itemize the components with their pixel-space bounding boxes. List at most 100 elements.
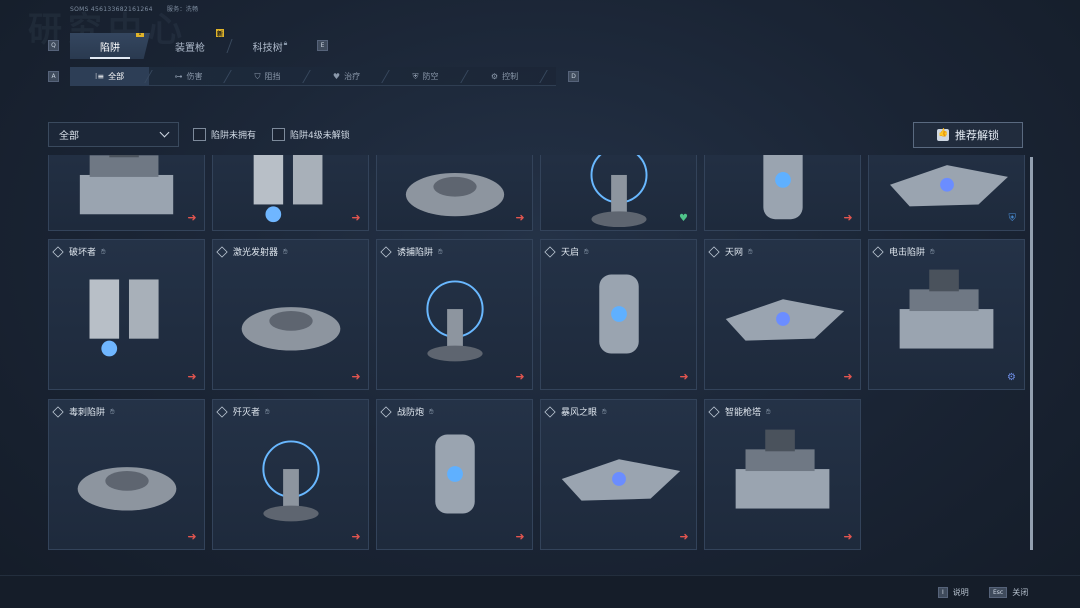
trap-artwork — [405, 173, 505, 217]
block-icon: ⛉ — [254, 71, 261, 81]
prev-sub-tab-key[interactable]: A — [48, 71, 59, 82]
subtab-antiair-label: 防空 — [422, 72, 439, 81]
trap-artwork — [735, 429, 830, 509]
trap-card-header: 电击陷阱 ✋︎ — [872, 245, 935, 258]
tab-traps[interactable]: 陷阱 ! — [70, 33, 150, 59]
filter-not-owned[interactable]: 陷阱未拥有 — [193, 128, 256, 141]
not-owned-checkbox[interactable] — [193, 128, 206, 141]
trap-card[interactable]: ➜ — [48, 155, 205, 231]
trap-artwork — [77, 467, 177, 511]
trap-artwork — [590, 155, 648, 228]
subtab-block[interactable]: ⛉ 阻挡 — [228, 67, 307, 86]
upgrade-arrow-icon: ➜ — [679, 530, 689, 543]
subtab-damage[interactable]: ⊶ 伤害 — [149, 67, 228, 86]
dropdown-value: 全部 — [59, 131, 79, 142]
hand-icon: ✋︎ — [766, 406, 771, 416]
recommend-unlock-button[interactable]: 推荐解锁 — [913, 122, 1023, 148]
close-label: 关闭 — [1012, 588, 1029, 597]
trap-card[interactable]: ➜ — [212, 155, 369, 231]
trap-name: 诱捕陷阱 — [397, 248, 434, 258]
trap-card[interactable]: 激光发射器 ✋︎ ➜ — [212, 239, 369, 390]
prev-main-tab-key[interactable]: Q — [48, 40, 59, 51]
upgrade-arrow-icon: ➜ — [187, 370, 197, 383]
trap-artwork — [262, 440, 320, 522]
trap-card[interactable]: 毒刺陷阱 ✋︎ ➜ — [48, 399, 205, 550]
subtab-control-label: 控制 — [502, 72, 519, 81]
next-sub-tab-key[interactable]: D — [568, 71, 579, 82]
subtab-control[interactable]: ⚙ 控制 — [465, 67, 544, 86]
tab-devices[interactable]: 装置枪 新 — [150, 29, 233, 59]
trap-card-header: 激光发射器 ✋︎ — [216, 245, 288, 258]
main-tabs: 陷阱 ! 装置枪 新 科技树 🔒︎ — [70, 29, 310, 59]
trap-grid: ➜ ➜ ➜ ♥ ➜ ⛨ 破坏者 ✋︎ ➜ 激光发射器 ✋︎ ➜ 诱捕陷阱 ✋︎ ➜ 天启 ✋︎ ➜ 天网 ✋︎ ➜ 电击陷… — [48, 155, 1025, 553]
server-region: 服务：洗畅 — [166, 6, 199, 13]
trap-name: 天网 — [725, 248, 744, 258]
trap-type-icon — [380, 245, 392, 258]
filter-lv4-locked[interactable]: 陷阱4级未解锁 — [272, 128, 350, 141]
trap-name: 战防炮 — [397, 408, 425, 418]
trap-card-header: 战防炮 ✋︎ — [380, 405, 434, 418]
trap-card[interactable]: ➜ — [376, 155, 533, 231]
subtab-all[interactable]: ⁝≡ 全部 — [70, 67, 149, 86]
trap-artwork — [561, 459, 681, 501]
upgrade-arrow-icon: ➜ — [187, 211, 197, 224]
scrollbar-thumb[interactable] — [1030, 157, 1033, 550]
subtab-heal[interactable]: ♥ 治疗 — [307, 67, 386, 86]
trap-artwork — [763, 155, 803, 220]
trap-artwork — [253, 155, 323, 223]
hand-icon: ✋︎ — [283, 246, 288, 256]
trap-card[interactable]: 歼灭者 ✋︎ ➜ — [212, 399, 369, 550]
trap-card-header: 破坏者 ✋︎ — [52, 245, 106, 258]
esc-key: Esc — [989, 587, 1008, 598]
damage-icon: ⊶ — [174, 72, 183, 81]
trap-name: 破坏者 — [69, 248, 97, 258]
trap-card[interactable]: 战防炮 ✋︎ ➜ — [376, 399, 533, 550]
trap-artwork — [725, 299, 845, 341]
trap-card[interactable]: 智能枪塔 ✋︎ ➜ — [704, 399, 861, 550]
help-key: I — [938, 587, 948, 598]
control-role-icon: ⚙ — [1007, 372, 1016, 383]
trap-card[interactable]: 天网 ✋︎ ➜ — [704, 239, 861, 390]
lock-icon: 🔒︎ — [283, 38, 288, 47]
tab-devices-badge: 新 — [216, 29, 224, 38]
recommend-label: 推荐解锁 — [955, 129, 999, 142]
player-info: SOMS 456133682161264 服务：洗畅 — [70, 4, 210, 13]
trap-card[interactable]: ♥ — [540, 155, 697, 231]
subtab-antiair[interactable]: ⛨ 防空 — [386, 67, 465, 86]
trap-name: 智能枪塔 — [725, 408, 762, 418]
help-label: 说明 — [952, 588, 969, 597]
trap-card[interactable]: 天启 ✋︎ ➜ — [540, 239, 697, 390]
category-dropdown[interactable]: 全部 — [48, 122, 179, 147]
trap-card[interactable]: 破坏者 ✋︎ ➜ — [48, 239, 205, 390]
chevron-down-icon — [159, 127, 170, 138]
trap-name: 电击陷阱 — [889, 248, 926, 258]
trap-card[interactable]: 暴风之眼 ✋︎ ➜ — [540, 399, 697, 550]
trap-card[interactable]: 电击陷阱 ✋︎ ⚙ — [868, 239, 1025, 390]
subtab-damage-label: 伤害 — [186, 72, 203, 81]
footer-bar — [0, 575, 1080, 608]
upgrade-arrow-icon: ➜ — [843, 211, 853, 224]
trap-card-header: 暴风之眼 ✋︎ — [544, 405, 607, 418]
trap-card[interactable]: ➜ — [704, 155, 861, 231]
trap-type-icon — [216, 405, 228, 418]
trap-type-icon — [708, 245, 720, 258]
next-main-tab-key[interactable]: E — [317, 40, 328, 51]
trap-type-icon — [216, 245, 228, 258]
trap-card[interactable]: ⛨ — [868, 155, 1025, 231]
trap-card-header: 天网 ✋︎ — [708, 245, 753, 258]
lv4-locked-checkbox[interactable] — [272, 128, 285, 141]
close-hint[interactable]: Esc 关闭 — [989, 587, 1028, 598]
list-icon: ⁝≡ — [94, 72, 105, 81]
subtab-all-label: 全部 — [108, 72, 125, 81]
trap-artwork — [89, 279, 159, 357]
hand-icon: ✋︎ — [101, 246, 106, 256]
subtab-heal-label: 治疗 — [344, 72, 361, 81]
trap-artwork — [435, 434, 475, 514]
trap-name: 天启 — [561, 248, 580, 258]
help-hint[interactable]: I 说明 — [938, 587, 969, 598]
hand-icon: ✋︎ — [265, 406, 270, 416]
trap-type-icon — [708, 405, 720, 418]
trap-card-header: 毒刺陷阱 ✋︎ — [52, 405, 115, 418]
tab-tech-tree[interactable]: 科技树 🔒︎ — [230, 33, 310, 59]
trap-card[interactable]: 诱捕陷阱 ✋︎ ➜ — [376, 239, 533, 390]
